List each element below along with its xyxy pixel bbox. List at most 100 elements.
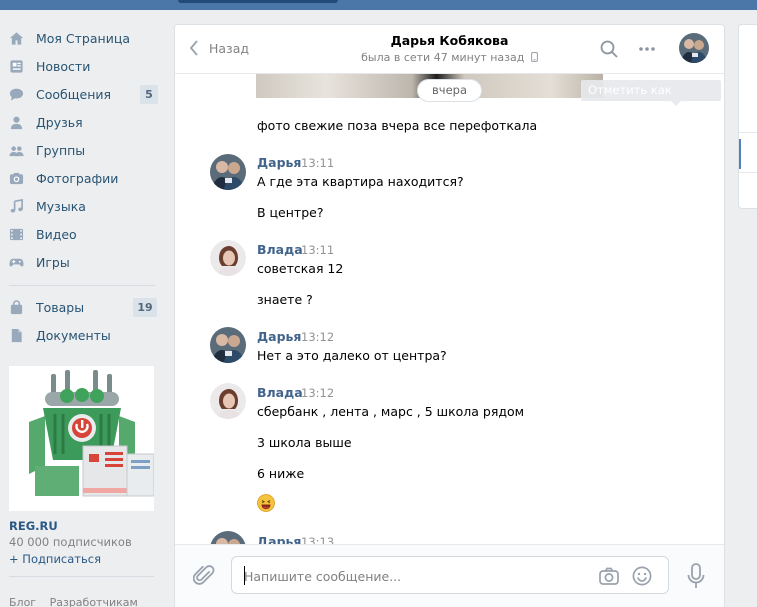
author-avatar[interactable] [210, 327, 246, 363]
sidebar-item-label: Группы [36, 142, 86, 158]
author-avatar-image [210, 383, 246, 419]
message-time[interactable]: 13:12 [301, 330, 334, 344]
sidebar-item-messages[interactable]: Сообщения 5 [0, 80, 165, 108]
author-avatar[interactable] [210, 240, 246, 276]
sidebar-divider [9, 285, 155, 286]
divider [739, 172, 757, 173]
message-author[interactable]: Дарья [257, 329, 301, 344]
author-avatar[interactable] [210, 383, 246, 419]
top-bar-search[interactable] [178, 0, 338, 3]
sidebar-item-label: Моя Страница [36, 30, 130, 46]
top-bar [0, 0, 757, 10]
text-caret [244, 566, 245, 585]
paperclip-icon[interactable] [193, 564, 215, 588]
message-author[interactable]: Влада [257, 242, 303, 257]
messages-icon [9, 87, 24, 102]
author-avatar-image [210, 531, 246, 544]
ad-image[interactable] [9, 366, 154, 511]
server-robot-illustration [9, 366, 154, 511]
document-icon [9, 328, 24, 343]
peer-status-text: была в сети 47 минут назад [361, 51, 525, 64]
more-icon[interactable] [637, 39, 657, 59]
sidebar-item-label: Фотографии [36, 170, 119, 186]
microphone-icon[interactable] [685, 562, 707, 590]
message-input-box[interactable] [231, 556, 669, 594]
message-text: знаете ? [257, 292, 313, 307]
footer-link-blog[interactable]: Блог [9, 596, 36, 607]
sidebar-item-goods[interactable]: Товары 19 [0, 293, 165, 321]
message-composer [175, 544, 724, 607]
chat-panel: Назад Дарья Кобякова была в сети 47 мину… [174, 24, 725, 607]
camera-icon [9, 171, 24, 186]
divider [739, 132, 757, 133]
sidebar-item-documents[interactable]: Документы [0, 321, 165, 349]
search-icon[interactable] [599, 39, 619, 59]
message-history[interactable]: вчера Отметить как важное фото свежие по… [175, 74, 724, 544]
peer-avatar-image [679, 33, 709, 63]
gamepad-icon [9, 255, 24, 270]
ad-title[interactable]: REG.RU [9, 519, 154, 533]
mark-important-tooltip: Отметить как важное [581, 80, 721, 118]
sidebar-item-label: Документы [36, 327, 111, 343]
emoji-laughing-icon [257, 494, 275, 512]
message-time[interactable]: 13:12 [301, 386, 334, 400]
sidebar-item-music[interactable]: Музыка [0, 192, 165, 220]
sidebar-item-label: Музыка [36, 198, 86, 214]
message-time[interactable]: 13:11 [301, 156, 334, 170]
author-avatar-image [210, 240, 246, 276]
sidebar-item-label: Видео [36, 226, 77, 242]
footer-links: Блог Разработчикам [9, 596, 148, 607]
news-icon [9, 59, 24, 74]
sidebar-item-news[interactable]: Новости [0, 52, 165, 80]
sidebar-item-label: Игры [36, 254, 70, 270]
sidebar-item-games[interactable]: Игры [0, 248, 165, 276]
message-text: сбербанк , лента , марс , 5 школа рядом [257, 404, 525, 419]
sidebar-item-label: Сообщения [36, 86, 112, 102]
friends-icon [9, 115, 24, 130]
author-avatar[interactable] [210, 154, 246, 190]
sidebar-item-my-page[interactable]: Моя Страница [0, 24, 165, 52]
tooltip-arrow [671, 101, 681, 106]
message-author[interactable]: Дарья [257, 155, 301, 170]
date-divider: вчера [417, 79, 482, 102]
message-text: советская 12 [257, 261, 344, 276]
sidebar-ad[interactable]: REG.RU 40 000 подписчиков + Подписаться [9, 366, 154, 577]
messages-count-badge: 5 [140, 85, 158, 104]
left-sidebar: Моя Страница Новости Сообщения 5 Друзья … [0, 24, 165, 349]
message-time[interactable]: 13:11 [301, 243, 334, 257]
author-avatar-image [210, 154, 246, 190]
message-input[interactable] [244, 566, 574, 586]
message-author[interactable]: Влада [257, 385, 303, 400]
ad-follow-link[interactable]: + Подписаться [9, 552, 154, 566]
sidebar-item-label: Новости [36, 58, 91, 74]
goods-count-badge: 19 [133, 298, 157, 317]
sidebar-item-label: Товары [36, 299, 85, 315]
sidebar-divider [9, 576, 154, 577]
message-text: Нет а это далеко от центра? [257, 348, 447, 363]
right-side-panel [738, 24, 757, 209]
mobile-icon [530, 52, 538, 62]
peer-avatar[interactable] [679, 33, 709, 63]
message-text: 3 школа выше [257, 435, 352, 450]
home-icon [9, 31, 24, 46]
video-icon [9, 227, 24, 242]
groups-icon [9, 143, 24, 158]
camera-icon[interactable] [598, 565, 620, 587]
message-text: А где эта квартира находится? [257, 174, 464, 189]
author-avatar[interactable] [210, 531, 246, 544]
message-text: 6 ниже [257, 466, 305, 481]
message-author[interactable]: Дарья [257, 534, 301, 544]
message-time[interactable]: 13:13 [301, 535, 334, 544]
ad-subscribers: 40 000 подписчиков [9, 535, 132, 549]
sidebar-item-friends[interactable]: Друзья [0, 108, 165, 136]
chat-header: Назад Дарья Кобякова была в сети 47 мину… [175, 25, 724, 74]
sidebar-item-label: Друзья [36, 114, 83, 130]
message-text: В центре? [257, 205, 324, 220]
sidebar-item-groups[interactable]: Группы [0, 136, 165, 164]
sidebar-item-photos[interactable]: Фотографии [0, 164, 165, 192]
smile-icon[interactable] [631, 565, 653, 587]
footer-link-developers[interactable]: Разработчикам [50, 596, 138, 607]
sidebar-item-video[interactable]: Видео [0, 220, 165, 248]
message-text: фото свежие поза вчера все перефоткала [257, 118, 538, 133]
music-icon [9, 199, 24, 214]
